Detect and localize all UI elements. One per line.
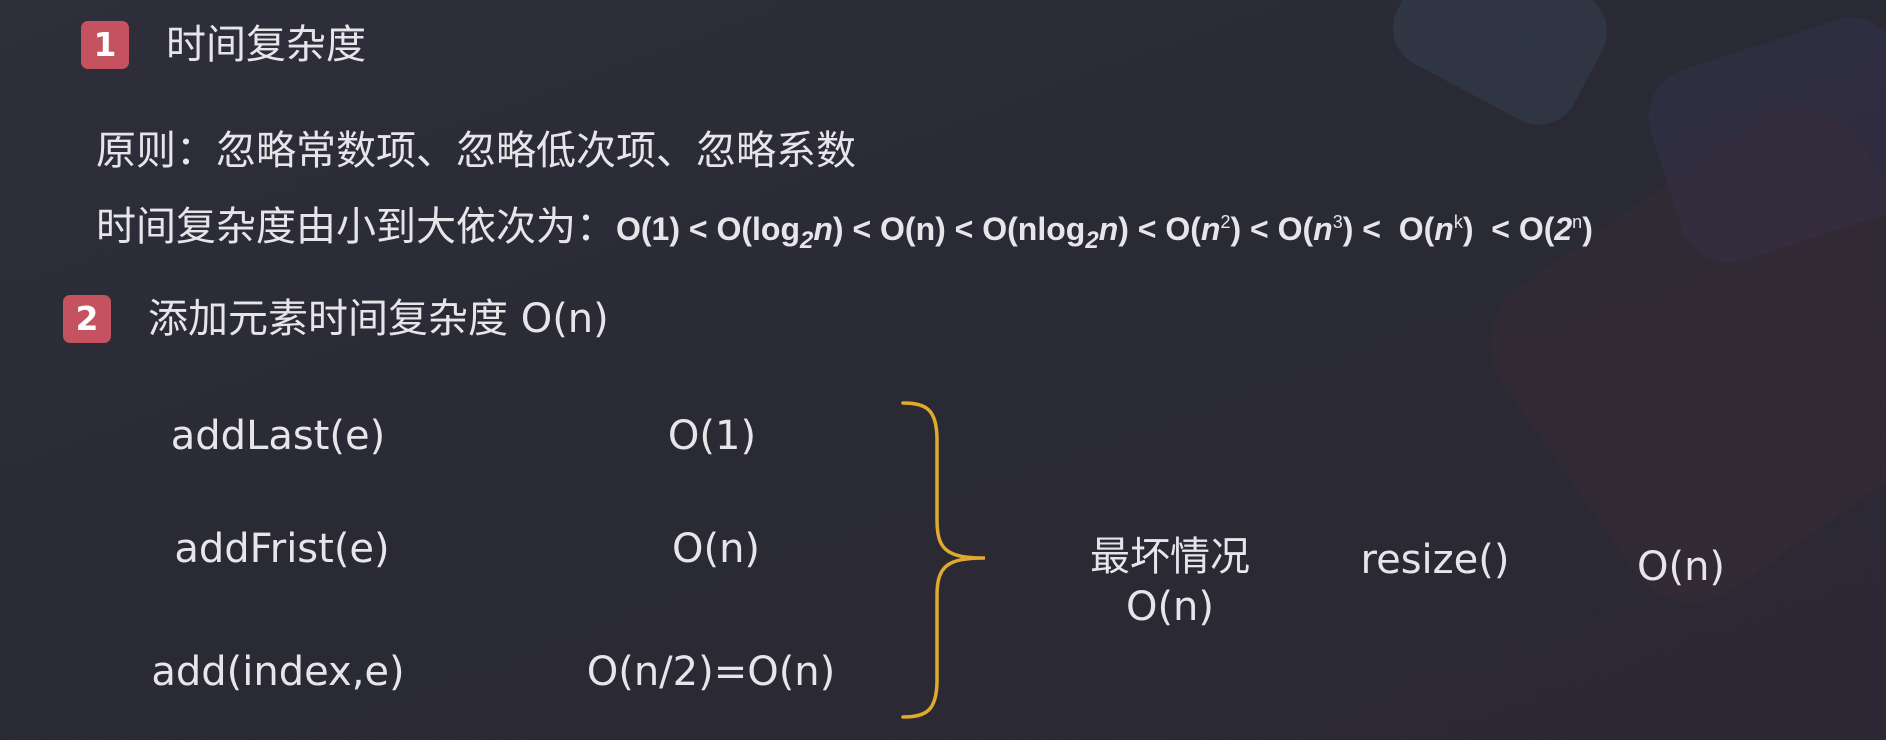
worst-case-value: O(n) [1125, 584, 1215, 630]
section-1-badge: 1 [81, 21, 129, 69]
complexity-sequence: O(1) < O(log2n) < O(n) < O(nlog2n) < O(n… [616, 211, 1593, 254]
operation-complexity: O(1) [667, 413, 757, 459]
section-2-badge: 2 [63, 295, 111, 343]
section-2-title: 添加元素时间复杂度 O(n) [148, 296, 609, 342]
operation-label: addLast(e) [170, 413, 386, 459]
complexity-order-line: 时间复杂度由小到大依次为：O(1) < O(log2n) < O(n) < O(… [96, 200, 1593, 256]
resize-complexity: O(n) [1636, 544, 1726, 590]
section-1-title: 时间复杂度 [166, 22, 366, 68]
resize-label: resize() [1360, 537, 1510, 583]
background-shape [1378, 0, 1622, 139]
complexity-order-prefix: 时间复杂度由小到大依次为： [96, 204, 616, 250]
worst-case-block: 最坏情况 O(n) [1090, 532, 1250, 632]
operation-label: add(index,e) [151, 649, 405, 695]
background-shape [1635, 4, 1886, 276]
worst-case-label: 最坏情况 [1090, 534, 1250, 580]
principle-text: 原则：忽略常数项、忽略低次项、忽略系数 [96, 128, 856, 174]
curly-brace [901, 401, 986, 719]
operation-complexity: O(n/2)=O(n) [586, 649, 836, 695]
operation-complexity: O(n) [671, 526, 761, 572]
operation-label: addFrist(e) [174, 526, 390, 572]
